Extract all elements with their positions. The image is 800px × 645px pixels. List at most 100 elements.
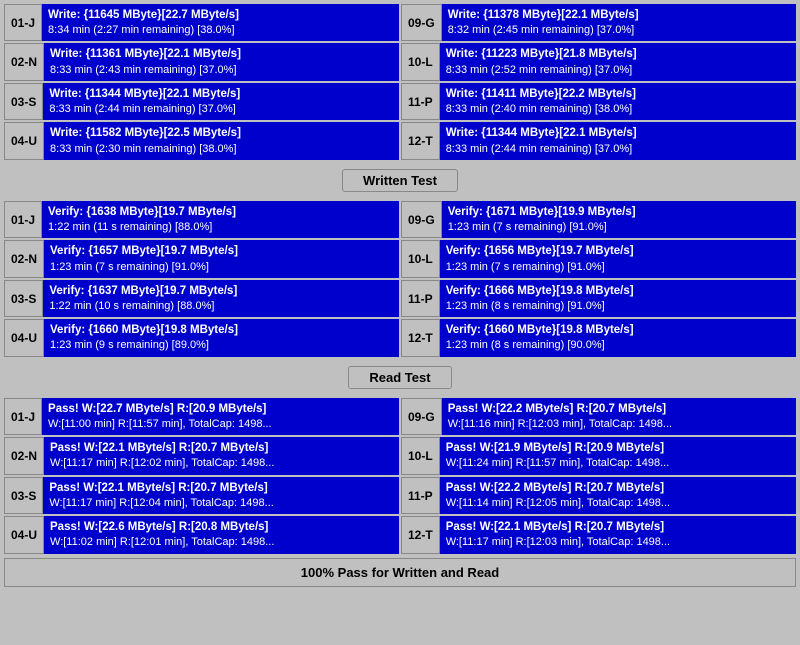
- verify-row-04u: 04-U Verify: {1660 MByte}[19.8 MByte/s] …: [4, 319, 399, 356]
- verify-line1-09g: Verify: {1671 MByte}[19.9 MByte/s]: [448, 204, 790, 220]
- verify-line2-09g: 1:23 min (7 s remaining) [91.0%]: [448, 220, 790, 235]
- verify-line2-10l: 1:23 min (7 s remaining) [91.0%]: [446, 260, 790, 275]
- status-text: 100% Pass for Written and Read: [301, 565, 499, 580]
- pass-line2-11p: W:[11:14 min] R:[12:05 min], TotalCap: 1…: [446, 496, 790, 511]
- pass-row-12t: 12-T Pass! W:[22.1 MByte/s] R:[20.7 MByt…: [401, 516, 796, 553]
- device-label-02n: 02-N: [4, 43, 44, 80]
- verify-label-09g: 09-G: [401, 201, 442, 238]
- pass-line2-03s: W:[11:17 min] R:[12:04 min], TotalCap: 1…: [49, 496, 393, 511]
- pass-row-09g: 09-G Pass! W:[22.2 MByte/s] R:[20.7 MByt…: [401, 398, 796, 435]
- verify-row-02n: 02-N Verify: {1657 MByte}[19.7 MByte/s] …: [4, 240, 399, 277]
- pass-grid: 01-J Pass! W:[22.7 MByte/s] R:[20.9 MByt…: [4, 398, 796, 554]
- verify-content-11p: Verify: {1666 MByte}[19.8 MByte/s] 1:23 …: [440, 280, 796, 317]
- write-line2-10l: 8:33 min (2:52 min remaining) [37.0%]: [446, 63, 790, 78]
- write-grid: 01-J Write: {11645 MByte}[22.7 MByte/s] …: [4, 4, 796, 160]
- pass-line1-12t: Pass! W:[22.1 MByte/s] R:[20.7 MByte/s]: [446, 519, 790, 535]
- write-content-09g: Write: {11378 MByte}[22.1 MByte/s] 8:32 …: [442, 4, 796, 41]
- read-test-divider: Read Test: [4, 361, 796, 394]
- write-line1-11p: Write: {11411 MByte}[22.2 MByte/s]: [446, 86, 790, 102]
- verify-row-09g: 09-G Verify: {1671 MByte}[19.9 MByte/s] …: [401, 201, 796, 238]
- write-content-01j: Write: {11645 MByte}[22.7 MByte/s] 8:34 …: [42, 4, 399, 41]
- verify-line1-12t: Verify: {1660 MByte}[19.8 MByte/s]: [446, 322, 790, 338]
- write-row-11p: 11-P Write: {11411 MByte}[22.2 MByte/s] …: [401, 83, 796, 120]
- verify-content-10l: Verify: {1656 MByte}[19.7 MByte/s] 1:23 …: [440, 240, 796, 277]
- verify-content-02n: Verify: {1657 MByte}[19.7 MByte/s] 1:23 …: [44, 240, 399, 277]
- verify-content-04u: Verify: {1660 MByte}[19.8 MByte/s] 1:23 …: [44, 319, 399, 356]
- write-content-03s: Write: {11344 MByte}[22.1 MByte/s] 8:33 …: [43, 83, 399, 120]
- pass-row-03s: 03-S Pass! W:[22.1 MByte/s] R:[20.7 MByt…: [4, 477, 399, 514]
- verify-content-09g: Verify: {1671 MByte}[19.9 MByte/s] 1:23 …: [442, 201, 796, 238]
- write-line2-12t: 8:33 min (2:44 min remaining) [37.0%]: [446, 142, 790, 157]
- device-label-03s: 03-S: [4, 83, 43, 120]
- pass-row-04u: 04-U Pass! W:[22.6 MByte/s] R:[20.8 MByt…: [4, 516, 399, 553]
- write-line1-12t: Write: {11344 MByte}[22.1 MByte/s]: [446, 125, 790, 141]
- verify-row-01j: 01-J Verify: {1638 MByte}[19.7 MByte/s] …: [4, 201, 399, 238]
- pass-line1-11p: Pass! W:[22.2 MByte/s] R:[20.7 MByte/s]: [446, 480, 790, 496]
- write-line1-10l: Write: {11223 MByte}[21.8 MByte/s]: [446, 46, 790, 62]
- pass-content-01j: Pass! W:[22.7 MByte/s] R:[20.9 MByte/s] …: [42, 398, 399, 435]
- write-line2-01j: 8:34 min (2:27 min remaining) [38.0%]: [48, 23, 393, 38]
- pass-content-10l: Pass! W:[21.9 MByte/s] R:[20.9 MByte/s] …: [440, 437, 796, 474]
- write-content-04u: Write: {11582 MByte}[22.5 MByte/s] 8:33 …: [44, 122, 399, 159]
- write-content-10l: Write: {11223 MByte}[21.8 MByte/s] 8:33 …: [440, 43, 796, 80]
- write-row-12t: 12-T Write: {11344 MByte}[22.1 MByte/s] …: [401, 122, 796, 159]
- verify-line2-03s: 1:22 min (10 s remaining) [88.0%]: [49, 299, 393, 314]
- verify-label-04u: 04-U: [4, 319, 44, 356]
- verify-content-01j: Verify: {1638 MByte}[19.7 MByte/s] 1:22 …: [42, 201, 399, 238]
- verify-label-03s: 03-S: [4, 280, 43, 317]
- read-test-label: Read Test: [348, 366, 451, 389]
- pass-row-02n: 02-N Pass! W:[22.1 MByte/s] R:[20.7 MByt…: [4, 437, 399, 474]
- pass-line1-10l: Pass! W:[21.9 MByte/s] R:[20.9 MByte/s]: [446, 440, 790, 456]
- device-label-01j: 01-J: [4, 4, 42, 41]
- verify-label-11p: 11-P: [401, 280, 440, 317]
- write-line2-02n: 8:33 min (2:43 min remaining) [37.0%]: [50, 63, 393, 78]
- pass-label-09g: 09-G: [401, 398, 442, 435]
- pass-label-11p: 11-P: [401, 477, 440, 514]
- pass-line1-02n: Pass! W:[22.1 MByte/s] R:[20.7 MByte/s]: [50, 440, 393, 456]
- written-test-divider: Written Test: [4, 164, 796, 197]
- pass-row-10l: 10-L Pass! W:[21.9 MByte/s] R:[20.9 MByt…: [401, 437, 796, 474]
- pass-line1-04u: Pass! W:[22.6 MByte/s] R:[20.8 MByte/s]: [50, 519, 393, 535]
- pass-label-04u: 04-U: [4, 516, 44, 553]
- pass-section: 01-J Pass! W:[22.7 MByte/s] R:[20.9 MByt…: [4, 398, 796, 554]
- write-content-02n: Write: {11361 MByte}[22.1 MByte/s] 8:33 …: [44, 43, 399, 80]
- pass-content-11p: Pass! W:[22.2 MByte/s] R:[20.7 MByte/s] …: [440, 477, 796, 514]
- verify-label-01j: 01-J: [4, 201, 42, 238]
- status-bar: 100% Pass for Written and Read: [4, 558, 796, 587]
- device-label-10l: 10-L: [401, 43, 440, 80]
- device-label-11p: 11-P: [401, 83, 440, 120]
- write-row-01j: 01-J Write: {11645 MByte}[22.7 MByte/s] …: [4, 4, 399, 41]
- verify-content-03s: Verify: {1637 MByte}[19.7 MByte/s] 1:22 …: [43, 280, 399, 317]
- verify-section: 01-J Verify: {1638 MByte}[19.7 MByte/s] …: [4, 201, 796, 357]
- write-row-04u: 04-U Write: {11582 MByte}[22.5 MByte/s] …: [4, 122, 399, 159]
- verify-line1-10l: Verify: {1656 MByte}[19.7 MByte/s]: [446, 243, 790, 259]
- pass-line1-01j: Pass! W:[22.7 MByte/s] R:[20.9 MByte/s]: [48, 401, 393, 417]
- verify-line2-02n: 1:23 min (7 s remaining) [91.0%]: [50, 260, 393, 275]
- pass-label-03s: 03-S: [4, 477, 43, 514]
- verify-label-12t: 12-T: [401, 319, 440, 356]
- device-label-12t: 12-T: [401, 122, 440, 159]
- verify-line2-01j: 1:22 min (11 s remaining) [88.0%]: [48, 220, 393, 235]
- write-line2-04u: 8:33 min (2:30 min remaining) [38.0%]: [50, 142, 393, 157]
- pass-line2-10l: W:[11:24 min] R:[11:57 min], TotalCap: 1…: [446, 456, 790, 471]
- verify-row-10l: 10-L Verify: {1656 MByte}[19.7 MByte/s] …: [401, 240, 796, 277]
- pass-content-12t: Pass! W:[22.1 MByte/s] R:[20.7 MByte/s] …: [440, 516, 796, 553]
- verify-line2-04u: 1:23 min (9 s remaining) [89.0%]: [50, 338, 393, 353]
- device-label-04u: 04-U: [4, 122, 44, 159]
- verify-line2-12t: 1:23 min (8 s remaining) [90.0%]: [446, 338, 790, 353]
- pass-line1-03s: Pass! W:[22.1 MByte/s] R:[20.7 MByte/s]: [49, 480, 393, 496]
- pass-label-10l: 10-L: [401, 437, 440, 474]
- pass-label-12t: 12-T: [401, 516, 440, 553]
- write-row-10l: 10-L Write: {11223 MByte}[21.8 MByte/s] …: [401, 43, 796, 80]
- verify-row-03s: 03-S Verify: {1637 MByte}[19.7 MByte/s] …: [4, 280, 399, 317]
- pass-line2-09g: W:[11:16 min] R:[12:03 min], TotalCap: 1…: [448, 417, 790, 432]
- pass-line2-04u: W:[11:02 min] R:[12:01 min], TotalCap: 1…: [50, 535, 393, 550]
- write-line2-03s: 8:33 min (2:44 min remaining) [37.0%]: [49, 102, 393, 117]
- write-line2-11p: 8:33 min (2:40 min remaining) [38.0%]: [446, 102, 790, 117]
- verify-grid: 01-J Verify: {1638 MByte}[19.7 MByte/s] …: [4, 201, 796, 357]
- verify-row-11p: 11-P Verify: {1666 MByte}[19.8 MByte/s] …: [401, 280, 796, 317]
- verify-row-12t: 12-T Verify: {1660 MByte}[19.8 MByte/s] …: [401, 319, 796, 356]
- pass-label-01j: 01-J: [4, 398, 42, 435]
- write-row-02n: 02-N Write: {11361 MByte}[22.1 MByte/s] …: [4, 43, 399, 80]
- verify-label-02n: 02-N: [4, 240, 44, 277]
